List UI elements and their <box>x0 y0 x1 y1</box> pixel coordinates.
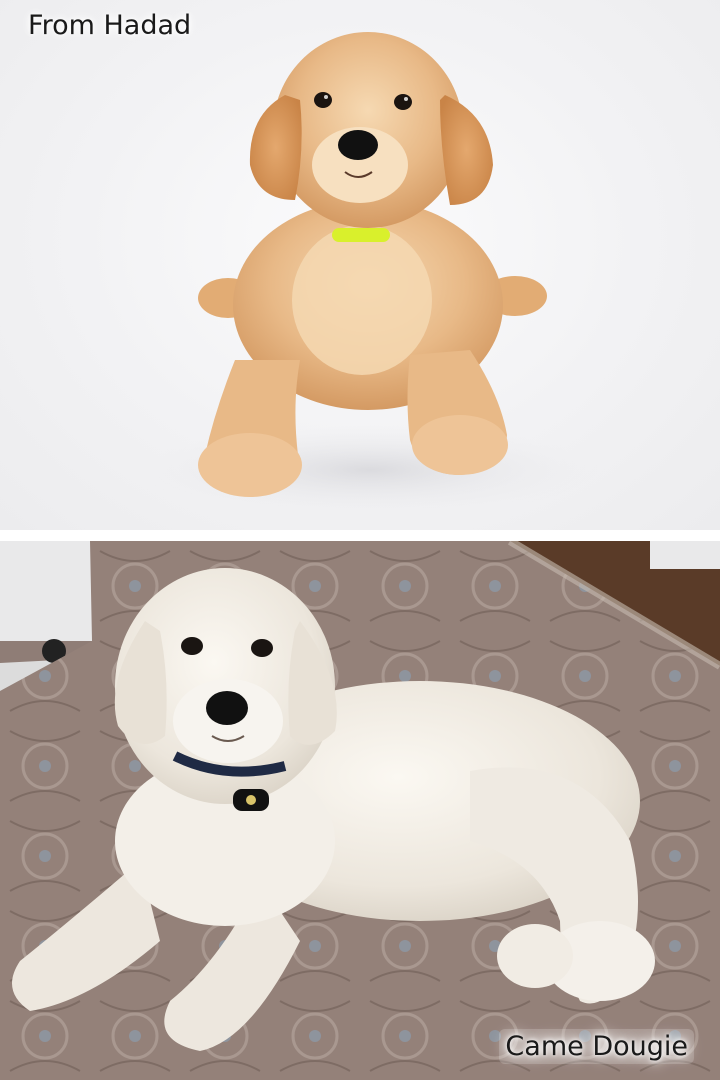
collar-icon <box>332 228 390 242</box>
puppy-illustration <box>140 32 600 515</box>
photo-collage: From Hadad Came Dougie <box>0 0 720 1080</box>
dog-tag-icon <box>233 789 269 811</box>
adult-dog-illustration <box>0 541 720 1080</box>
panel-divider <box>0 530 720 541</box>
adult-dog-photo: Came Dougie <box>0 541 720 1080</box>
puppy-photo: From Hadad <box>0 0 720 530</box>
top-caption: From Hadad <box>28 10 192 41</box>
bottom-caption: Came Dougie <box>499 1029 694 1064</box>
